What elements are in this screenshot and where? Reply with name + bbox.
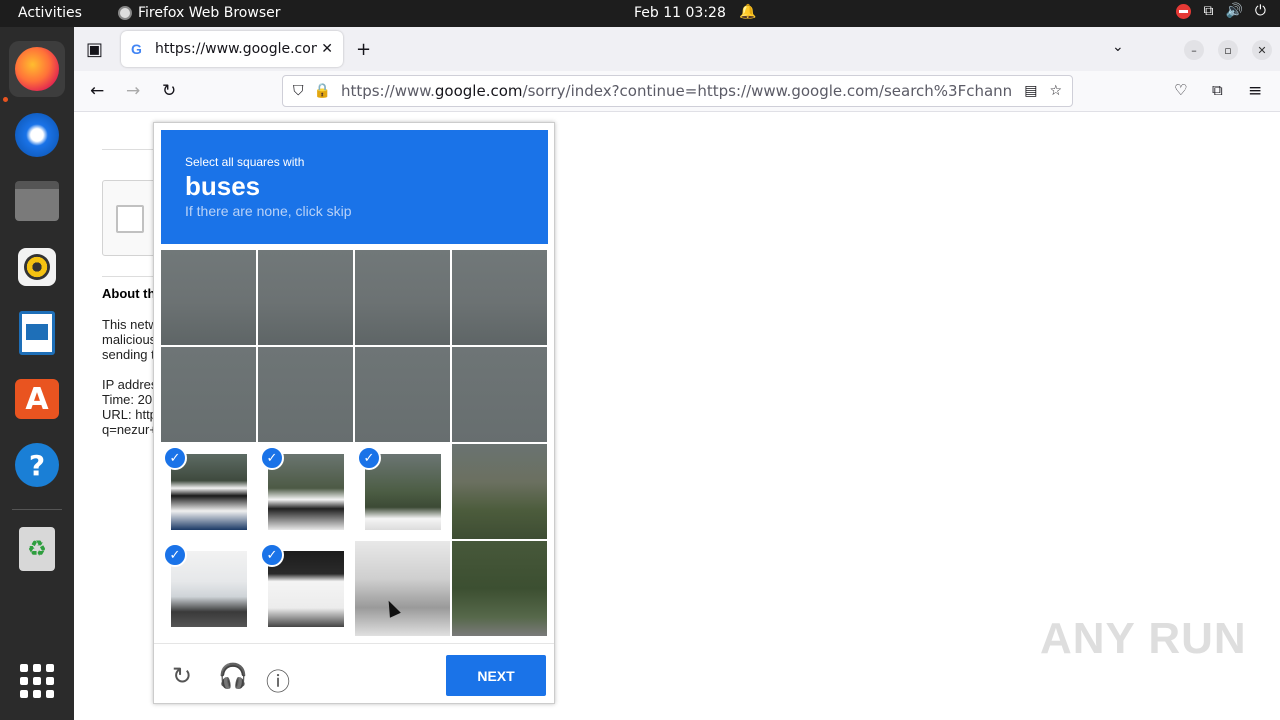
grid-tile[interactable] [452, 250, 547, 345]
tab-overview-icon[interactable]: ▣ [86, 39, 103, 60]
grid-tile[interactable] [452, 444, 547, 539]
close-window-button[interactable]: ✕ [1252, 40, 1272, 60]
dock-firefox[interactable] [9, 41, 65, 97]
anyrun-watermark: ANY RUN [1040, 614, 1247, 663]
dock-writer[interactable] [9, 305, 65, 361]
grid-tile[interactable] [452, 541, 547, 636]
challenge-target: buses [185, 171, 261, 201]
reload-challenge-icon[interactable]: ↻ [172, 662, 192, 690]
url-text[interactable]: https://www.google.com/sorry/index?conti… [341, 82, 1012, 100]
info-line: This netw [102, 317, 158, 332]
time-line: Time: 20 [102, 392, 153, 407]
audio-challenge-headphones-icon[interactable]: 🎧 [218, 662, 248, 690]
power-icon: ⏻ [1254, 3, 1266, 19]
running-indicator [3, 97, 8, 102]
dock-trash[interactable]: ♻ [9, 521, 65, 577]
new-tab-button[interactable]: + [356, 39, 371, 60]
checkmark-icon: ✓ [357, 446, 381, 470]
grid-tile-selected[interactable]: ✓ [258, 541, 353, 636]
ip-line: IP addres [102, 377, 158, 392]
back-arrow-icon[interactable]: ← [90, 81, 104, 101]
grid-tile[interactable] [355, 347, 450, 442]
challenge-instruction: Select all squares with [185, 155, 305, 169]
app-menu[interactable]: Firefox Web Browser [118, 5, 281, 21]
volume-icon: 🔊 [1225, 3, 1243, 19]
system-tray[interactable]: ⧉ 🔊 ⏻ [1176, 3, 1266, 19]
recaptcha-checkbox[interactable] [116, 205, 144, 233]
grid-tile[interactable] [161, 250, 256, 345]
rhythmbox-icon [18, 248, 56, 286]
reader-view-icon[interactable]: ▤ [1024, 83, 1037, 99]
tab-title: https://www.google.com/ [155, 41, 318, 57]
dock-show-apps[interactable] [9, 653, 65, 709]
do-not-disturb-icon [1176, 3, 1192, 19]
challenge-header: Select all squares with buses If there a… [161, 130, 548, 244]
challenge-hint: If there are none, click skip [185, 203, 352, 219]
dock-files[interactable] [9, 173, 65, 229]
about-heading: About th [102, 286, 156, 301]
grid-tile-selected[interactable]: ✓ [161, 444, 256, 539]
show-apps-icon [20, 664, 54, 698]
firefox-icon [15, 47, 59, 91]
next-button[interactable]: NEXT [446, 655, 546, 696]
thunderbird-icon [15, 113, 59, 157]
dock: A ? ♻ [0, 27, 74, 720]
help-icon: ? [15, 443, 59, 487]
notification-bell-icon: 🔔 [739, 4, 757, 20]
grid-tile[interactable] [161, 347, 256, 442]
challenge-footer: ↻ 🎧 ⓘ NEXT [154, 643, 554, 703]
clock[interactable]: Feb 11 03:28 [634, 5, 726, 21]
extensions-icon[interactable]: ⧉ [1212, 81, 1223, 99]
dock-app-center[interactable]: A [9, 371, 65, 427]
grid-tile-selected[interactable]: ✓ [161, 541, 256, 636]
info-line: sending t [102, 347, 155, 362]
minimize-button[interactable]: – [1184, 40, 1204, 60]
app-name: Firefox Web Browser [138, 5, 281, 21]
url-bar[interactable]: ⛉ 🔒 https://www.google.com/sorry/index?c… [282, 75, 1073, 107]
forward-arrow-icon[interactable]: → [126, 81, 140, 101]
tab-google[interactable]: G https://www.google.com/ ✕ [121, 31, 343, 67]
navigation-bar: ← → ↻ ⛉ 🔒 https://www.google.com/sorry/i… [74, 71, 1280, 112]
grid-tile[interactable] [355, 250, 450, 345]
pocket-icon[interactable]: ♡ [1174, 81, 1187, 99]
dock-thunderbird[interactable] [9, 107, 65, 163]
checkmark-icon: ✓ [260, 543, 284, 567]
checkmark-icon: ✓ [163, 446, 187, 470]
libreoffice-writer-icon [19, 311, 55, 355]
grid-tile-selected[interactable]: ✓ [258, 444, 353, 539]
bookmark-star-icon[interactable]: ☆ [1049, 83, 1062, 99]
network-icon: ⧉ [1203, 3, 1214, 19]
firefox-small-icon [118, 6, 132, 20]
files-icon [15, 181, 59, 221]
url-line: URL: http [102, 407, 157, 422]
activities-button[interactable]: Activities [18, 5, 82, 21]
list-tabs-chevron-icon[interactable]: ⌄ [1112, 39, 1124, 55]
info-line: malicious [102, 332, 157, 347]
maximize-button[interactable]: ▫ [1218, 40, 1238, 60]
grid-tile[interactable] [258, 347, 353, 442]
checkmark-icon: ✓ [163, 543, 187, 567]
tracking-shield-icon[interactable]: ⛉ [293, 83, 304, 99]
tab-bar: ▣ G https://www.google.com/ ✕ + ⌄ – ▫ ✕ [74, 27, 1280, 71]
trash-icon: ♻ [19, 527, 55, 571]
dock-separator [12, 509, 62, 510]
lock-icon[interactable]: 🔒 [314, 83, 331, 99]
query-line: q=nezur+ [102, 422, 157, 437]
top-bar: Activities Firefox Web Browser Feb 11 03… [0, 0, 1280, 27]
dock-rhythmbox[interactable] [9, 239, 65, 295]
menu-hamburger-icon[interactable]: ≡ [1248, 81, 1262, 101]
checkmark-icon: ✓ [260, 446, 284, 470]
recaptcha-challenge: Select all squares with buses If there a… [153, 122, 555, 704]
grid-tile[interactable] [355, 541, 450, 636]
grid-tile[interactable] [258, 250, 353, 345]
tab-close-icon[interactable]: ✕ [321, 41, 333, 57]
grid-tile-selected[interactable]: ✓ [355, 444, 450, 539]
info-icon[interactable]: ⓘ [266, 662, 290, 697]
dock-help[interactable]: ? [9, 437, 65, 493]
google-favicon-icon: G [131, 41, 142, 57]
reload-icon[interactable]: ↻ [162, 81, 176, 101]
image-grid: ✓ ✓ ✓ ✓ ✓ [161, 250, 549, 638]
app-center-icon: A [15, 379, 59, 419]
grid-tile[interactable] [452, 347, 547, 442]
